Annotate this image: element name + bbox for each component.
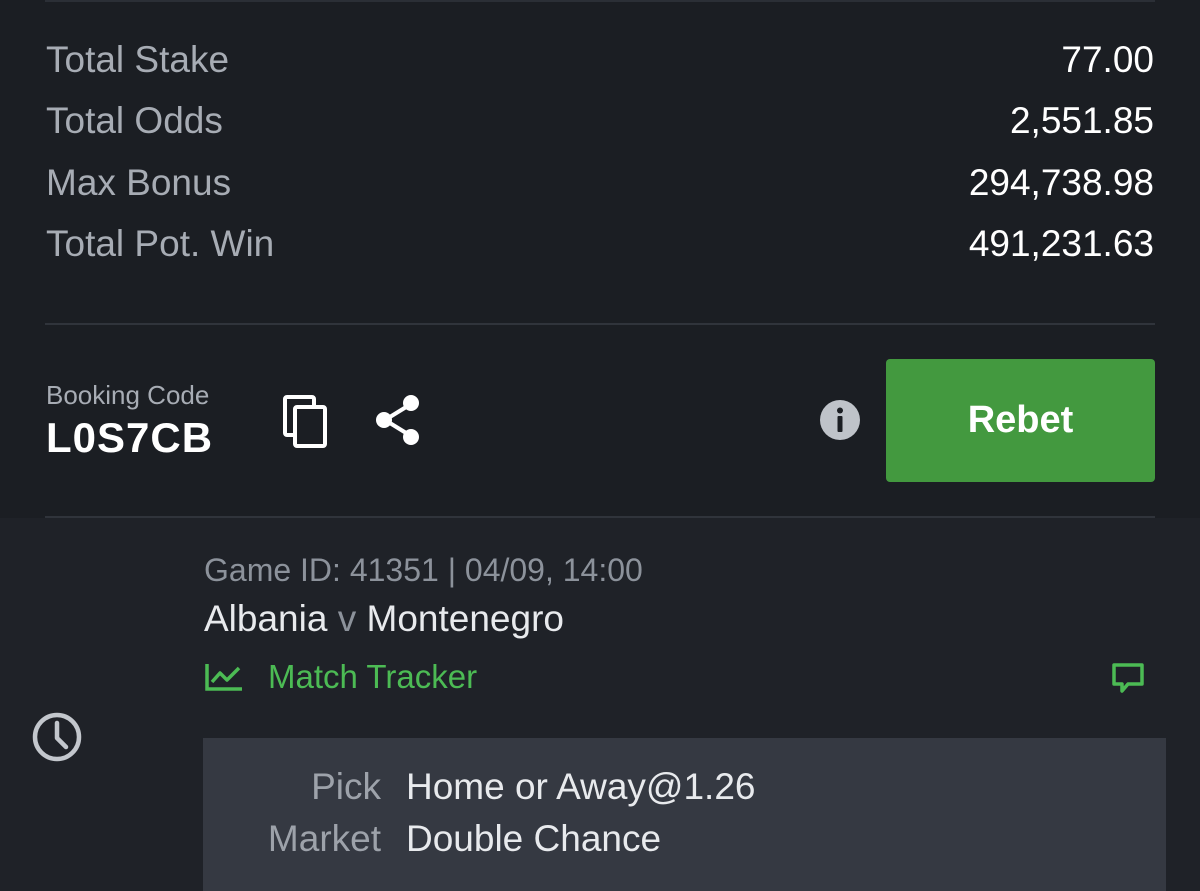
versus-separator: v xyxy=(337,598,357,639)
max-bonus-row: Max Bonus 294,738.98 xyxy=(46,159,1154,207)
total-pot-win-value: 491,231.63 xyxy=(968,223,1154,264)
home-team: Albania xyxy=(204,598,328,639)
total-pot-win-row: Total Pot. Win 491,231.63 xyxy=(46,220,1154,268)
total-stake-value: 77.00 xyxy=(1061,39,1154,80)
booking-code-value[interactable]: L0S7CB xyxy=(46,414,213,462)
away-team: Montenegro xyxy=(366,598,564,639)
comment-icon[interactable] xyxy=(1108,658,1148,698)
pick-value: Home or Away@1.26 xyxy=(406,766,756,807)
chart-line-icon xyxy=(205,664,242,691)
total-stake-row: Total Stake 77.00 xyxy=(46,36,1154,84)
pick-label: Pick xyxy=(311,766,381,807)
market-value: Double Chance xyxy=(406,818,662,859)
max-bonus-value: 294,738.98 xyxy=(968,162,1154,203)
pick-row: Pick Home or Away@1.26 xyxy=(203,762,1166,812)
market-label: Market xyxy=(267,818,381,859)
total-odds-value: 2,551.85 xyxy=(1009,100,1154,141)
booking-code-label: Booking Code xyxy=(46,380,210,410)
summary-divider xyxy=(45,323,1155,325)
selection-details-box: Pick Home or Away@1.26 Market Double Cha… xyxy=(203,738,1166,891)
market-row: Market Double Chance xyxy=(203,814,1166,864)
match-title[interactable]: Albania v Montenegro xyxy=(204,598,564,640)
selection-divider xyxy=(45,516,1155,518)
bet-summary-panel: Total Stake 77.00 Total Odds 2,551.85 Ma… xyxy=(0,0,1200,518)
clock-icon xyxy=(30,710,84,764)
total-pot-win-label: Total Pot. Win xyxy=(46,223,275,264)
copy-icon[interactable] xyxy=(278,392,334,452)
total-odds-label: Total Odds xyxy=(46,100,223,141)
max-bonus-label: Max Bonus xyxy=(46,162,232,203)
rebet-button[interactable]: Rebet xyxy=(886,359,1155,482)
game-id-text: Game ID: 41351 | 04/09, 14:00 xyxy=(204,552,643,588)
share-icon[interactable] xyxy=(370,392,426,448)
match-tracker-label: Match Tracker xyxy=(268,658,478,695)
info-icon[interactable] xyxy=(818,398,862,442)
total-stake-label: Total Stake xyxy=(46,39,230,80)
total-odds-row: Total Odds 2,551.85 xyxy=(46,97,1154,145)
match-tracker-link[interactable]: Match Tracker xyxy=(204,658,477,696)
top-divider xyxy=(45,0,1155,2)
